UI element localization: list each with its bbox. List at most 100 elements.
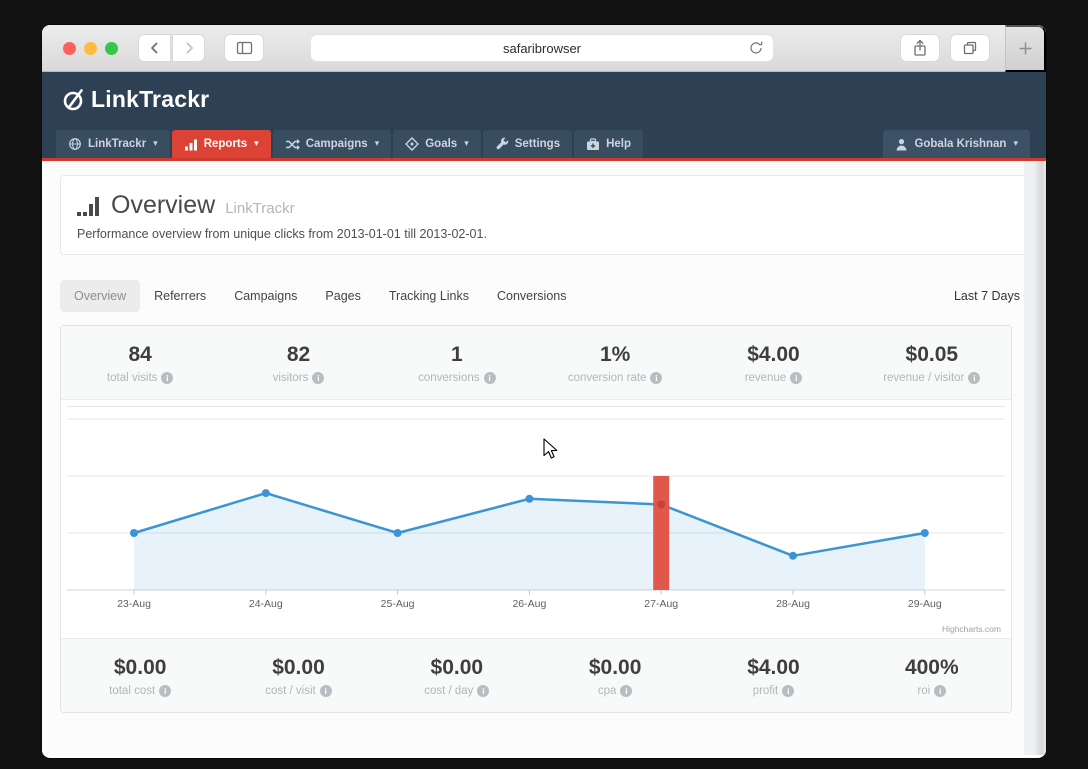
back-button[interactable] <box>138 34 171 62</box>
stats-row-top: 84 total visits 82 visitors 1 conversion… <box>61 326 1011 400</box>
highcharts-credit[interactable]: Highcharts.com <box>942 624 1001 634</box>
nav-label: Campaigns <box>305 138 368 150</box>
tab-conversions[interactable]: Conversions <box>483 280 580 312</box>
info-icon[interactable] <box>477 685 490 697</box>
caret-down-icon: ▾ <box>153 139 158 149</box>
tab-campaigns[interactable]: Campaigns <box>220 280 311 312</box>
stat-label: revenue <box>744 372 787 384</box>
new-tab-button[interactable] <box>1005 25 1046 72</box>
nav-item-settings[interactable]: Settings <box>482 130 573 158</box>
stat-value: 1% <box>599 343 631 366</box>
caret-down-icon: ▾ <box>374 139 380 149</box>
tab-overview[interactable]: Overview <box>60 280 141 312</box>
nav-label: Goals <box>425 138 458 150</box>
info-icon[interactable] <box>934 685 947 697</box>
stat-value: $0.00 <box>588 656 642 679</box>
stat-conversion-rate: 1% conversion rate <box>536 343 694 384</box>
main-nav: LinkTrackr ▾ Reports ▾ Campaigns ▾ Goals… <box>42 127 1046 161</box>
date-range-dropdown[interactable]: Last 7 Days ▾ <box>954 289 1028 303</box>
user-name: Gobala Krishnan <box>914 138 1007 150</box>
bar-chart-icon <box>184 139 197 150</box>
close-window-button[interactable] <box>63 42 76 55</box>
globe-icon <box>69 138 81 150</box>
stat-label: total visits <box>106 372 158 384</box>
nav-item-goals[interactable]: Goals ▾ <box>393 130 481 158</box>
sidebar-toggle-button[interactable] <box>224 34 264 62</box>
stat-label: revenue / visitor <box>883 372 965 384</box>
share-button[interactable] <box>900 34 940 62</box>
info-icon[interactable] <box>161 372 174 384</box>
stat-value: 84 <box>128 343 152 366</box>
info-icon[interactable] <box>159 685 172 697</box>
svg-text:29-Aug: 29-Aug <box>908 598 942 610</box>
forward-button[interactable] <box>172 34 205 62</box>
tab-pages[interactable]: Pages <box>311 280 374 312</box>
nav-label: Help <box>606 138 632 150</box>
nav-label: Reports <box>203 138 248 150</box>
stat-label: conversions <box>418 372 480 384</box>
chevron-right-icon <box>186 42 193 54</box>
nav-label: Settings <box>514 138 561 150</box>
stat-value: 1 <box>450 343 463 366</box>
browser-window: safaribrowser LinkTrackr LinkTrackr ▾ Re… <box>42 25 1046 758</box>
address-bar[interactable]: safaribrowser <box>310 34 774 62</box>
stat-label: conversion rate <box>567 372 647 384</box>
chevron-left-icon <box>150 42 157 54</box>
info-icon[interactable] <box>319 685 332 697</box>
stat-value: 400% <box>904 656 959 679</box>
signal-bars-icon <box>77 196 99 216</box>
stats-row-bottom: $0.00 total cost $0.00 cost / visit $0.0… <box>61 638 1011 712</box>
info-icon[interactable] <box>312 372 325 384</box>
stat-profit: $4.00 profit <box>694 656 852 697</box>
page-subtitle: Performance overview from unique clicks … <box>77 227 487 241</box>
chart-area: 23-Aug 24-Aug 25-Aug 26-Aug 27-Aug 28-Aug 29-A… <box>61 400 1011 638</box>
stat-revenue-per-visitor: $0.05 revenue / visitor <box>853 343 1011 384</box>
reload-icon <box>750 41 763 54</box>
tab-referrers[interactable]: Referrers <box>140 280 220 312</box>
nav-item-linktrackr[interactable]: LinkTrackr ▾ <box>56 130 170 158</box>
show-tabs-button[interactable] <box>950 34 990 62</box>
linktrackr-logo-icon <box>63 89 83 111</box>
stat-roi: 400% roi <box>853 656 1011 697</box>
overview-chart[interactable]: 23-Aug 24-Aug 25-Aug 26-Aug 27-Aug 28-Aug 29-A… <box>61 400 1011 638</box>
user-icon <box>896 138 907 150</box>
scrollbar-track[interactable] <box>1024 161 1046 755</box>
site-logo[interactable]: LinkTrackr <box>60 86 209 113</box>
tab-tracking-links[interactable]: Tracking Links <box>375 280 483 312</box>
info-icon[interactable] <box>968 372 981 384</box>
page-title-suffix: LinkTrackr <box>225 200 295 217</box>
stat-value: $4.00 <box>747 656 800 679</box>
stat-label: cost / visit <box>265 685 316 697</box>
page-title: Overview <box>111 191 216 219</box>
nav-item-help[interactable]: Help <box>574 130 644 158</box>
info-icon[interactable] <box>782 685 795 697</box>
user-menu-button[interactable]: Gobala Krishnan ▾ <box>883 130 1030 158</box>
mouse-cursor <box>543 438 558 459</box>
info-icon[interactable] <box>790 372 803 384</box>
site-logo-text: LinkTrackr <box>91 86 210 112</box>
svg-text:24-Aug: 24-Aug <box>249 598 283 610</box>
stat-conversions: 1 conversions <box>378 343 536 384</box>
plus-icon <box>1019 42 1031 55</box>
info-icon[interactable] <box>650 372 663 384</box>
nav-item-campaigns[interactable]: Campaigns ▾ <box>272 130 392 158</box>
reload-button[interactable] <box>748 40 764 59</box>
stat-value: 82 <box>286 343 311 366</box>
svg-text:25-Aug: 25-Aug <box>381 598 415 610</box>
stat-value: $0.00 <box>113 656 167 679</box>
info-icon[interactable] <box>483 372 496 384</box>
stat-value: $4.00 <box>747 343 800 366</box>
caret-down-icon: ▾ <box>464 139 469 149</box>
report-tabs: Overview Referrers Campaigns Pages Track… <box>60 280 1028 312</box>
info-icon[interactable] <box>620 685 633 697</box>
nav-label: LinkTrackr <box>88 138 147 150</box>
minimize-window-button[interactable] <box>84 42 97 55</box>
shuffle-icon <box>285 138 300 150</box>
svg-text:28-Aug: 28-Aug <box>776 598 810 610</box>
page-content: Overview LinkTrackr Performance overview… <box>42 161 1046 755</box>
zoom-window-button[interactable] <box>105 42 118 55</box>
svg-text:26-Aug: 26-Aug <box>512 598 546 610</box>
site-header: LinkTrackr <box>42 72 1046 127</box>
stat-total-visits: 84 total visits <box>61 343 219 384</box>
nav-item-reports[interactable]: Reports ▾ <box>171 130 271 158</box>
